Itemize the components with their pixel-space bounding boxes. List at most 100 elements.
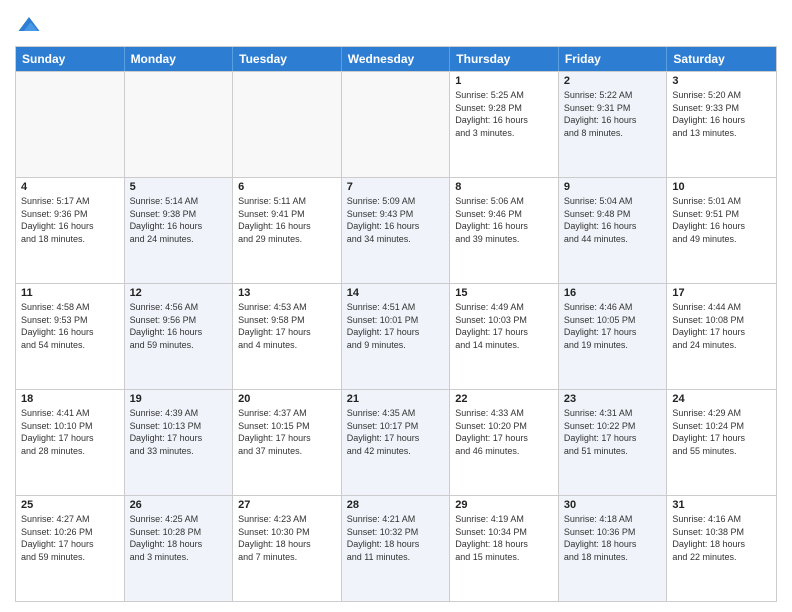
calendar-week-3: 11Sunrise: 4:58 AM Sunset: 9:53 PM Dayli… xyxy=(16,283,776,389)
day-info: Sunrise: 5:11 AM Sunset: 9:41 PM Dayligh… xyxy=(238,195,336,245)
day-info: Sunrise: 4:33 AM Sunset: 10:20 PM Daylig… xyxy=(455,407,553,457)
table-row: 31Sunrise: 4:16 AM Sunset: 10:38 PM Dayl… xyxy=(667,496,776,601)
table-row: 10 Sunrise: 5:01 AM Sunset: 9:51 PM Dayli… xyxy=(667,178,776,283)
day-number: 16 xyxy=(564,287,662,299)
table-row: 22 Sunrise: 4:33 AM Sunset: 10:20 PM Dayl… xyxy=(450,390,559,495)
day-info: Sunrise: 4:23 AM Sunset: 10:30 PM Daylig… xyxy=(238,513,336,563)
day-info: Sunrise: 4:49 AM Sunset: 10:03 PM Daylig… xyxy=(455,301,553,351)
calendar: SundayMondayTuesdayWednesdayThursdayFrid… xyxy=(15,46,777,602)
day-header-thursday: Thursday xyxy=(450,47,559,71)
day-number: 28 xyxy=(347,499,445,511)
day-header-wednesday: Wednesday xyxy=(342,47,451,71)
table-row: 30Sunrise: 4:18 AM Sunset: 10:36 PM Dayl… xyxy=(559,496,668,601)
day-number: 1 xyxy=(455,75,553,87)
day-number: 22 xyxy=(455,393,553,405)
day-info: Sunrise: 4:51 AM Sunset: 10:01 PM Daylig… xyxy=(347,301,445,351)
table-row: 26 Sunrise: 4:25 AM Sunset: 10:28 PM Dayl… xyxy=(125,496,234,601)
day-number: 17 xyxy=(672,287,771,299)
table-row xyxy=(342,72,451,177)
table-row: 14 Sunrise: 4:51 AM Sunset: 10:01 PM Dayl… xyxy=(342,284,451,389)
day-info: Sunrise: 4:19 AM Sunset: 10:34 PM Daylig… xyxy=(455,513,553,563)
day-info: Sunrise: 5:09 AM Sunset: 9:43 PM Dayligh… xyxy=(347,195,445,245)
table-row: 23 Sunrise: 4:31 AM Sunset: 10:22 PM Dayl… xyxy=(559,390,668,495)
day-info: Sunrise: 4:25 AM Sunset: 10:28 PM Daylig… xyxy=(130,513,228,563)
table-row: 9 Sunrise: 5:04 AM Sunset: 9:48 PM Daylig… xyxy=(559,178,668,283)
day-number: 26 xyxy=(130,499,228,511)
page: SundayMondayTuesdayWednesdayThursdayFrid… xyxy=(0,0,792,612)
day-info: Sunrise: 4:18 AM Sunset: 10:36 PM Daylig… xyxy=(564,513,662,563)
day-info: Sunrise: 4:27 AM Sunset: 10:26 PM Daylig… xyxy=(21,513,119,563)
day-info: Sunrise: 5:25 AM Sunset: 9:28 PM Dayligh… xyxy=(455,89,553,139)
day-info: Sunrise: 4:41 AM Sunset: 10:10 PM Daylig… xyxy=(21,407,119,457)
day-number: 31 xyxy=(672,499,771,511)
day-info: Sunrise: 5:06 AM Sunset: 9:46 PM Dayligh… xyxy=(455,195,553,245)
day-number: 10 xyxy=(672,181,771,193)
day-number: 13 xyxy=(238,287,336,299)
calendar-week-1: 1 Sunrise: 5:25 AM Sunset: 9:28 PM Daylig… xyxy=(16,71,776,177)
table-row xyxy=(233,72,342,177)
logo-icon xyxy=(15,10,43,38)
day-number: 15 xyxy=(455,287,553,299)
day-number: 5 xyxy=(130,181,228,193)
table-row: 5 Sunrise: 5:14 AM Sunset: 9:38 PM Daylig… xyxy=(125,178,234,283)
day-info: Sunrise: 4:29 AM Sunset: 10:24 PM Daylig… xyxy=(672,407,771,457)
day-info: Sunrise: 5:20 AM Sunset: 9:33 PM Dayligh… xyxy=(672,89,771,139)
day-number: 25 xyxy=(21,499,119,511)
table-row xyxy=(16,72,125,177)
day-info: Sunrise: 5:14 AM Sunset: 9:38 PM Dayligh… xyxy=(130,195,228,245)
table-row: 15 Sunrise: 4:49 AM Sunset: 10:03 PM Dayl… xyxy=(450,284,559,389)
day-number: 21 xyxy=(347,393,445,405)
table-row: 18 Sunrise: 4:41 AM Sunset: 10:10 PM Dayl… xyxy=(16,390,125,495)
day-info: Sunrise: 4:21 AM Sunset: 10:32 PM Daylig… xyxy=(347,513,445,563)
table-row: 13 Sunrise: 4:53 AM Sunset: 9:58 PM Dayli… xyxy=(233,284,342,389)
calendar-week-5: 25 Sunrise: 4:27 AM Sunset: 10:26 PM Dayl… xyxy=(16,495,776,601)
day-number: 9 xyxy=(564,181,662,193)
day-info: Sunrise: 4:44 AM Sunset: 10:08 PM Daylig… xyxy=(672,301,771,351)
day-info: Sunrise: 5:04 AM Sunset: 9:48 PM Dayligh… xyxy=(564,195,662,245)
table-row: 27 Sunrise: 4:23 AM Sunset: 10:30 PM Dayl… xyxy=(233,496,342,601)
day-info: Sunrise: 5:22 AM Sunset: 9:31 PM Dayligh… xyxy=(564,89,662,139)
table-row: 11Sunrise: 4:58 AM Sunset: 9:53 PM Dayli… xyxy=(16,284,125,389)
calendar-body: 1 Sunrise: 5:25 AM Sunset: 9:28 PM Daylig… xyxy=(16,71,776,601)
table-row: 21 Sunrise: 4:35 AM Sunset: 10:17 PM Dayl… xyxy=(342,390,451,495)
table-row: 4Sunrise: 5:17 AM Sunset: 9:36 PM Daylig… xyxy=(16,178,125,283)
day-info: Sunrise: 5:01 AM Sunset: 9:51 PM Dayligh… xyxy=(672,195,771,245)
table-row xyxy=(125,72,234,177)
day-info: Sunrise: 4:35 AM Sunset: 10:17 PM Daylig… xyxy=(347,407,445,457)
day-header-friday: Friday xyxy=(559,47,668,71)
table-row: 12 Sunrise: 4:56 AM Sunset: 9:56 PM Dayli… xyxy=(125,284,234,389)
table-row: 25 Sunrise: 4:27 AM Sunset: 10:26 PM Dayl… xyxy=(16,496,125,601)
day-number: 23 xyxy=(564,393,662,405)
logo xyxy=(15,10,47,38)
table-row: 19Sunrise: 4:39 AM Sunset: 10:13 PM Dayl… xyxy=(125,390,234,495)
day-number: 14 xyxy=(347,287,445,299)
day-header-sunday: Sunday xyxy=(16,47,125,71)
day-number: 27 xyxy=(238,499,336,511)
header xyxy=(15,10,777,38)
table-row: 7Sunrise: 5:09 AM Sunset: 9:43 PM Daylig… xyxy=(342,178,451,283)
day-info: Sunrise: 4:56 AM Sunset: 9:56 PM Dayligh… xyxy=(130,301,228,351)
table-row: 29 Sunrise: 4:19 AM Sunset: 10:34 PM Dayl… xyxy=(450,496,559,601)
day-header-monday: Monday xyxy=(125,47,234,71)
day-info: Sunrise: 4:53 AM Sunset: 9:58 PM Dayligh… xyxy=(238,301,336,351)
day-number: 3 xyxy=(672,75,771,87)
table-row: 1 Sunrise: 5:25 AM Sunset: 9:28 PM Daylig… xyxy=(450,72,559,177)
day-info: Sunrise: 4:37 AM Sunset: 10:15 PM Daylig… xyxy=(238,407,336,457)
day-number: 12 xyxy=(130,287,228,299)
day-info: Sunrise: 4:46 AM Sunset: 10:05 PM Daylig… xyxy=(564,301,662,351)
calendar-header: SundayMondayTuesdayWednesdayThursdayFrid… xyxy=(16,47,776,71)
table-row: 16 Sunrise: 4:46 AM Sunset: 10:05 PM Dayl… xyxy=(559,284,668,389)
day-number: 24 xyxy=(672,393,771,405)
day-header-saturday: Saturday xyxy=(667,47,776,71)
day-number: 18 xyxy=(21,393,119,405)
table-row: 28 Sunrise: 4:21 AM Sunset: 10:32 PM Dayl… xyxy=(342,496,451,601)
table-row: 2Sunrise: 5:22 AM Sunset: 9:31 PM Daylig… xyxy=(559,72,668,177)
calendar-week-2: 4Sunrise: 5:17 AM Sunset: 9:36 PM Daylig… xyxy=(16,177,776,283)
day-info: Sunrise: 4:31 AM Sunset: 10:22 PM Daylig… xyxy=(564,407,662,457)
day-header-tuesday: Tuesday xyxy=(233,47,342,71)
day-number: 29 xyxy=(455,499,553,511)
table-row: 6Sunrise: 5:11 AM Sunset: 9:41 PM Daylig… xyxy=(233,178,342,283)
calendar-week-4: 18 Sunrise: 4:41 AM Sunset: 10:10 PM Dayl… xyxy=(16,389,776,495)
table-row: 8Sunrise: 5:06 AM Sunset: 9:46 PM Daylig… xyxy=(450,178,559,283)
day-info: Sunrise: 4:58 AM Sunset: 9:53 PM Dayligh… xyxy=(21,301,119,351)
